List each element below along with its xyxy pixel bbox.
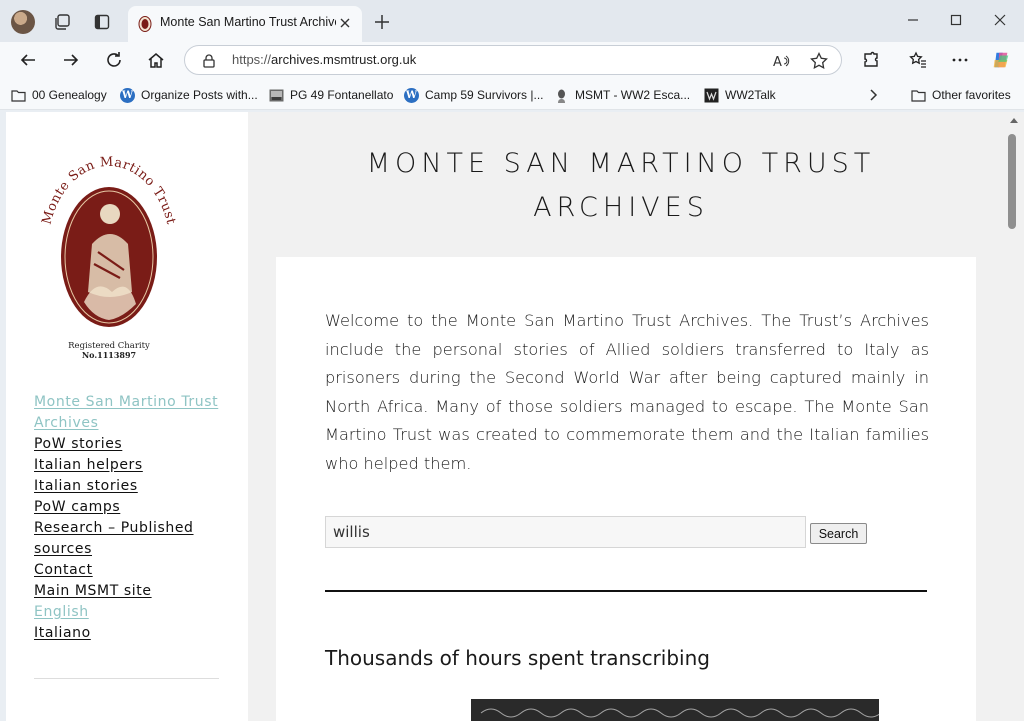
favorites-icon[interactable] bbox=[908, 50, 928, 70]
bookmark-ww2talk[interactable]: WW2Talk bbox=[704, 86, 776, 104]
search-input[interactable] bbox=[325, 516, 806, 548]
site-info-icon[interactable] bbox=[201, 53, 217, 69]
new-tab-icon[interactable] bbox=[372, 12, 392, 32]
sidebar-item-italiano[interactable]: Italiano bbox=[34, 623, 230, 644]
maximize-icon[interactable] bbox=[941, 8, 971, 32]
ww2talk-icon bbox=[704, 88, 719, 102]
tab-active[interactable]: Monte San Martino Trust Archives bbox=[128, 6, 362, 42]
home-icon[interactable] bbox=[146, 50, 166, 70]
refresh-icon[interactable] bbox=[104, 50, 124, 70]
bookmarks-bar: 00 Genealogy W Organize Posts with... PG… bbox=[0, 78, 1024, 110]
title-bar: Monte San Martino Trust Archives bbox=[0, 0, 1024, 42]
page-viewport: Monte San Martino Trust Registered Chari… bbox=[6, 112, 1004, 721]
search-button[interactable]: Search bbox=[810, 523, 867, 544]
bookmark-00-genealogy[interactable]: 00 Genealogy bbox=[11, 86, 107, 104]
sidebar-item-archives-home[interactable]: Monte San Martino Trust Archives bbox=[34, 392, 230, 434]
sidebar-nav: Monte San Martino Trust Archives PoW sto… bbox=[34, 392, 230, 644]
bookmark-other-favorites[interactable]: Other favorites bbox=[911, 86, 1011, 104]
scrollbar-thumb[interactable] bbox=[1008, 134, 1016, 229]
trust-logo[interactable]: Monte San Martino Trust Registered Chari… bbox=[36, 152, 182, 364]
bookmarks-overflow-chevron-icon[interactable] bbox=[868, 86, 880, 104]
sidebar-item-english[interactable]: English bbox=[34, 602, 230, 623]
photo-icon bbox=[269, 89, 284, 101]
sidebar-item-research-sources[interactable]: Research – Published sources bbox=[34, 518, 230, 560]
folder-icon bbox=[911, 89, 926, 102]
bookmark-msmt-ww2[interactable]: MSMT - WW2 Esca... bbox=[554, 86, 690, 104]
msmt-icon bbox=[558, 89, 565, 103]
sidebar-item-pow-stories[interactable]: PoW stories bbox=[34, 434, 230, 455]
extensions-icon[interactable] bbox=[861, 50, 881, 70]
intro-paragraph: Welcome to the Monte San Martino Trust A… bbox=[325, 311, 929, 473]
sidebar-divider bbox=[34, 678, 219, 679]
section-heading: Thousands of hours spent transcribing bbox=[325, 646, 710, 670]
tab-title: Monte San Martino Trust Archives bbox=[160, 15, 336, 29]
sidebar-item-pow-camps[interactable]: PoW camps bbox=[34, 497, 230, 518]
site-favicon-icon bbox=[138, 16, 152, 32]
address-bar[interactable]: https://archives.msmtrust.org.uk A bbox=[184, 45, 842, 75]
svg-text:A: A bbox=[773, 55, 782, 69]
url-text: https://archives.msmtrust.org.uk bbox=[232, 52, 417, 67]
manuscript-image bbox=[471, 699, 879, 721]
sidebar-item-contact[interactable]: Contact bbox=[34, 560, 230, 581]
sidebar-item-italian-helpers[interactable]: Italian helpers bbox=[34, 455, 230, 476]
bookmark-organize-posts[interactable]: W Organize Posts with... bbox=[120, 86, 258, 104]
svg-text:No.1113897: No.1113897 bbox=[82, 350, 136, 360]
sidebar-item-main-msmt-site[interactable]: Main MSMT site bbox=[34, 581, 230, 602]
favorite-star-icon[interactable] bbox=[810, 52, 828, 70]
window-close-icon[interactable] bbox=[985, 8, 1015, 32]
folder-icon bbox=[11, 89, 26, 102]
minimize-icon[interactable] bbox=[898, 8, 928, 32]
navigation-bar: https://archives.msmtrust.org.uk A bbox=[0, 42, 1024, 78]
tab-actions-icon[interactable] bbox=[92, 12, 112, 32]
sidebar: Monte San Martino Trust Registered Chari… bbox=[6, 112, 248, 721]
content-card: Welcome to the Monte San Martino Trust A… bbox=[276, 257, 976, 721]
more-options-icon[interactable] bbox=[950, 50, 970, 70]
copilot-icon[interactable] bbox=[991, 50, 1011, 70]
horizontal-rule bbox=[325, 590, 927, 592]
back-icon[interactable] bbox=[18, 50, 38, 70]
close-tab-icon[interactable] bbox=[336, 14, 354, 32]
bookmark-camp59-survivors[interactable]: W Camp 59 Survivors |... bbox=[404, 86, 544, 104]
wordpress-icon: W bbox=[120, 87, 135, 103]
site-title[interactable]: MONTE SAN MARTINO TRUST ARCHIVES bbox=[266, 142, 976, 230]
sidebar-item-italian-stories[interactable]: Italian stories bbox=[34, 476, 230, 497]
workspaces-icon[interactable] bbox=[52, 12, 72, 32]
page-scrollbar[interactable] bbox=[1004, 112, 1024, 721]
read-aloud-icon[interactable]: A bbox=[773, 53, 791, 69]
scroll-up-arrow-icon[interactable] bbox=[1010, 118, 1018, 123]
bookmark-pg49-fontanellato[interactable]: PG 49 Fontanellato bbox=[269, 86, 393, 104]
profile-avatar[interactable] bbox=[11, 10, 35, 34]
forward-icon[interactable] bbox=[61, 50, 81, 70]
wordpress-icon: W bbox=[404, 87, 419, 103]
